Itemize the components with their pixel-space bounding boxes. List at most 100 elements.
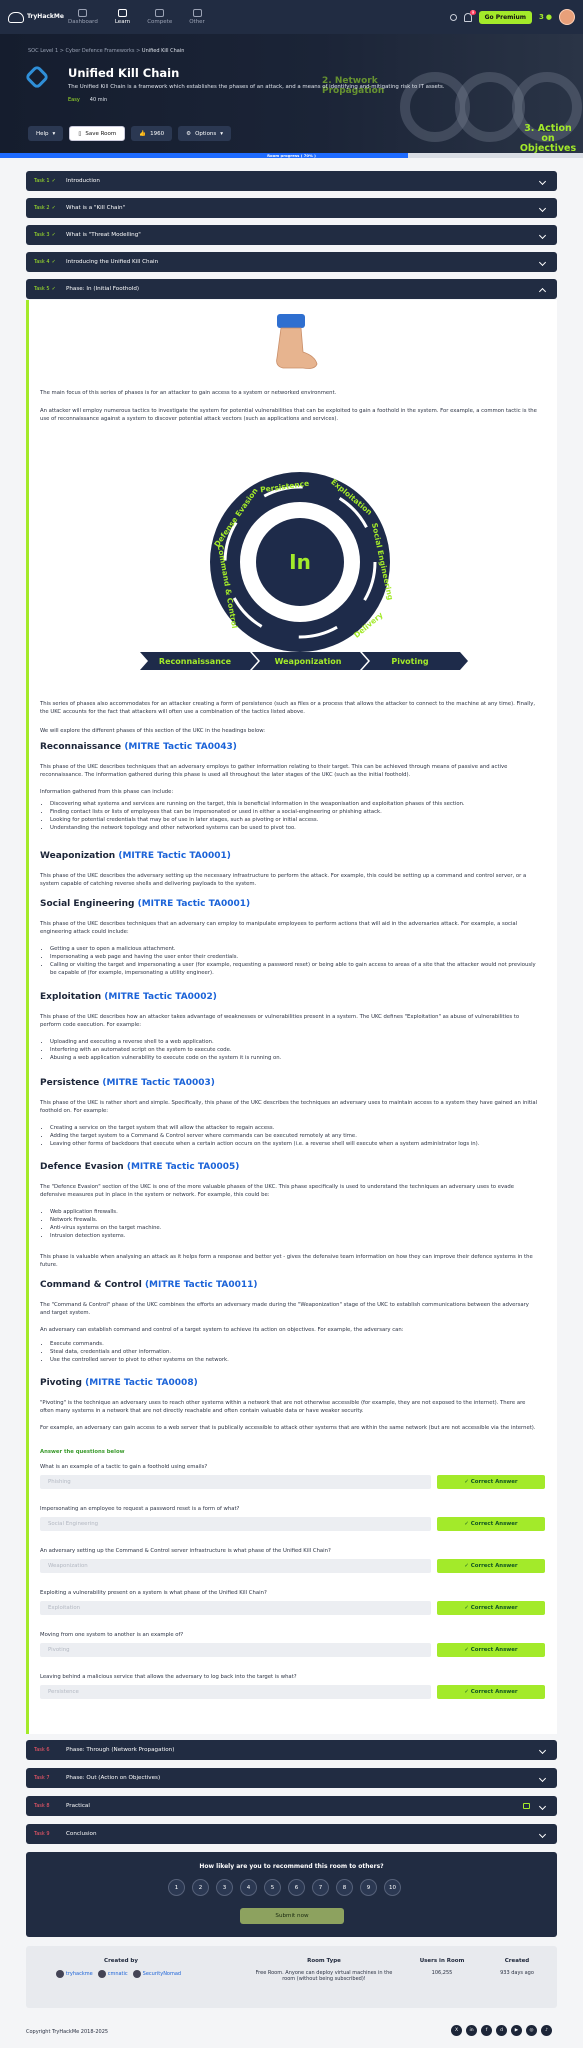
rating-10[interactable]: 10 — [384, 1879, 401, 1896]
heading-exploitation: Exploitation (MITRE Tactic TA0002) — [40, 992, 217, 1002]
question-text: Moving from one system to another is an … — [40, 1632, 184, 1638]
task-title: Phase: In (Initial Foothold) — [66, 286, 140, 292]
piv-paragraph-2: For example, an adversary can gain acces… — [40, 1425, 536, 1431]
task-6-header[interactable]: Task 6 Phase: Through (Network Propagatio… — [26, 1740, 557, 1760]
question-text: Impersonating an employee to request a p… — [40, 1506, 240, 1512]
task-1-header[interactable]: Task 1 ✓ Introduction — [26, 171, 557, 191]
breadcrumb-soc-level-1[interactable]: SOC Level 1 — [28, 48, 58, 54]
task-5-header[interactable]: Task 5 ✓ Phase: In (Initial Foothold) — [26, 279, 557, 299]
se-list: Getting a user to open a malicious attac… — [40, 945, 540, 977]
list-item: Discovering what systems and services ar… — [50, 800, 540, 808]
rating-7[interactable]: 7 — [312, 1879, 329, 1896]
answer-field[interactable]: Phishing — [40, 1475, 431, 1489]
answer-questions-heading: Answer the questions below — [40, 1449, 125, 1455]
breadcrumb: SOC Level 1 > Cyber Defence Frameworks >… — [28, 48, 185, 54]
task-2-header[interactable]: Task 2 ✓ What is a "Kill Chain" — [26, 198, 557, 218]
answer-field[interactable]: Pivoting — [40, 1643, 431, 1657]
breadcrumb-cyber-defence[interactable]: Cyber Defence Frameworks — [66, 48, 135, 54]
check-icon: ✓ — [51, 178, 56, 184]
recon-intro: Information gathered from this phase can… — [40, 789, 174, 795]
like-button[interactable]: 👍 1960 — [131, 126, 173, 141]
heading-pivoting: Pivoting (MITRE Tactic TA0008) — [40, 1378, 198, 1388]
heading-social-engineering: Social Engineering (MITRE Tactic TA0001) — [40, 899, 251, 909]
tiktok-icon[interactable]: ♪ — [541, 2025, 552, 2036]
correct-answer-button[interactable]: ✓ Correct Answer — [437, 1685, 545, 1699]
trophy-icon — [155, 9, 165, 17]
rating-1[interactable]: 1 — [168, 1879, 185, 1896]
task-8-header[interactable]: Task 8 Practical — [26, 1796, 557, 1816]
room-description: The Unified Kill Chain is a framework wh… — [68, 84, 445, 90]
list-item: Execute commands. — [50, 1340, 540, 1348]
nav-other[interactable]: Other — [189, 9, 205, 25]
answer-field[interactable]: Weaponization — [40, 1559, 431, 1573]
help-button[interactable]: Help ▾ — [28, 126, 64, 141]
list-item: Anti-virus systems on the target machine… — [50, 1224, 540, 1232]
mitre-link[interactable]: (MITRE Tactic TA0001) — [138, 899, 251, 909]
discord-icon[interactable]: d — [496, 2025, 507, 2036]
rating-2[interactable]: 2 — [192, 1879, 209, 1896]
task-title: Introducing the Unified Kill Chain — [66, 259, 159, 265]
room-title: Unified Kill Chain — [68, 66, 180, 80]
facebook-icon[interactable]: f — [481, 2025, 492, 2036]
correct-answer-button[interactable]: ✓ Correct Answer — [437, 1517, 545, 1531]
tryhackme-logo[interactable]: TryHackMe — [8, 11, 68, 23]
room-info-footer: Created by tryhackme cmnatic SecurityNomad… — [26, 1946, 557, 2008]
answer-field[interactable]: Persistence — [40, 1685, 431, 1699]
question-text: What is an example of a tactic to gain a… — [40, 1464, 208, 1470]
answer-field[interactable]: Exploitation — [40, 1601, 431, 1615]
options-button[interactable]: ⚙ Options ▾ — [178, 126, 232, 141]
list-item: Calling or visiting the target and imper… — [50, 961, 540, 977]
mitre-link[interactable]: (MITRE Tactic TA0005) — [127, 1162, 240, 1172]
creator-link[interactable]: cmnatic — [97, 1970, 128, 1978]
intro-paragraph-1: The main focus of this series of phases … — [40, 390, 337, 396]
de-paragraph-2: This phase is valuable when analysing an… — [40, 1254, 533, 1268]
correct-answer-button[interactable]: ✓ Correct Answer — [437, 1559, 545, 1573]
answer-field[interactable]: Social Engineering — [40, 1517, 431, 1531]
mitre-link[interactable]: (MITRE Tactic TA0008) — [85, 1378, 198, 1388]
bell-icon[interactable]: 9 — [463, 9, 476, 22]
rating-6[interactable]: 6 — [288, 1879, 305, 1896]
save-room-button[interactable]: ▯ Save Room — [69, 126, 126, 141]
mitre-link[interactable]: (MITRE Tactic TA0043) — [124, 742, 237, 752]
nav-learn[interactable]: Learn — [115, 9, 130, 25]
question-4: Exploiting a vulnerability present on a … — [40, 1590, 545, 1615]
rating-4[interactable]: 4 — [240, 1879, 257, 1896]
go-premium-button[interactable]: Go Premium — [478, 10, 533, 24]
mitre-link[interactable]: (MITRE Tactic TA0001) — [118, 851, 231, 861]
rating-9[interactable]: 9 — [360, 1879, 377, 1896]
submit-button[interactable]: Submit now — [240, 1908, 344, 1924]
creator-link[interactable]: tryhackme — [55, 1970, 93, 1978]
list-item: Finding contact lists or lists of employ… — [50, 808, 540, 816]
rating-3[interactable]: 3 — [216, 1879, 233, 1896]
question-2: Impersonating an employee to request a p… — [40, 1506, 545, 1531]
instagram-icon[interactable]: ◎ — [526, 2025, 537, 2036]
check-icon: ✓ — [51, 259, 56, 265]
created-by-column: Created by tryhackme cmnatic SecurityNomad — [46, 1958, 196, 1980]
nav-dashboard[interactable]: Dashboard — [68, 9, 98, 25]
mitre-link[interactable]: (MITRE Tactic TA0002) — [104, 992, 217, 1002]
chevron-down-icon — [538, 1746, 547, 1754]
correct-answer-button[interactable]: ✓ Correct Answer — [437, 1643, 545, 1657]
rating-5[interactable]: 5 — [264, 1879, 281, 1896]
correct-answer-button[interactable]: ✓ Correct Answer — [437, 1475, 545, 1489]
task-3-header[interactable]: Task 3 ✓ What is "Threat Modelling" — [26, 225, 557, 245]
mitre-link[interactable]: (MITRE Tactic TA0011) — [145, 1280, 258, 1290]
weap-paragraph: This phase of the UKC describes the adve… — [40, 873, 527, 887]
survey-title: How likely are you to recommend this roo… — [199, 1863, 384, 1870]
question-text: Leaving behind a malicious service that … — [40, 1674, 297, 1680]
list-item: Intrusion detection systems. — [50, 1232, 540, 1240]
search-icon[interactable] — [449, 13, 457, 21]
rating-8[interactable]: 8 — [336, 1879, 353, 1896]
user-avatar[interactable] — [559, 9, 575, 25]
task-7-header[interactable]: Task 7 Phase: Out (Action on Objectives) — [26, 1768, 557, 1788]
nav-compete[interactable]: Compete — [147, 9, 172, 25]
x-icon[interactable]: X — [451, 2025, 462, 2036]
task-9-header[interactable]: Task 9 Conclusion — [26, 1824, 557, 1844]
linkedin-icon[interactable]: in — [466, 2025, 477, 2036]
mitre-link[interactable]: (MITRE Tactic TA0003) — [102, 1078, 215, 1088]
check-icon: ✓ — [51, 232, 56, 238]
youtube-icon[interactable]: ▶ — [511, 2025, 522, 2036]
task-4-header[interactable]: Task 4 ✓ Introducing the Unified Kill Chai… — [26, 252, 557, 272]
creator-link[interactable]: SecurityNomad — [132, 1970, 181, 1978]
correct-answer-button[interactable]: ✓ Correct Answer — [437, 1601, 545, 1615]
